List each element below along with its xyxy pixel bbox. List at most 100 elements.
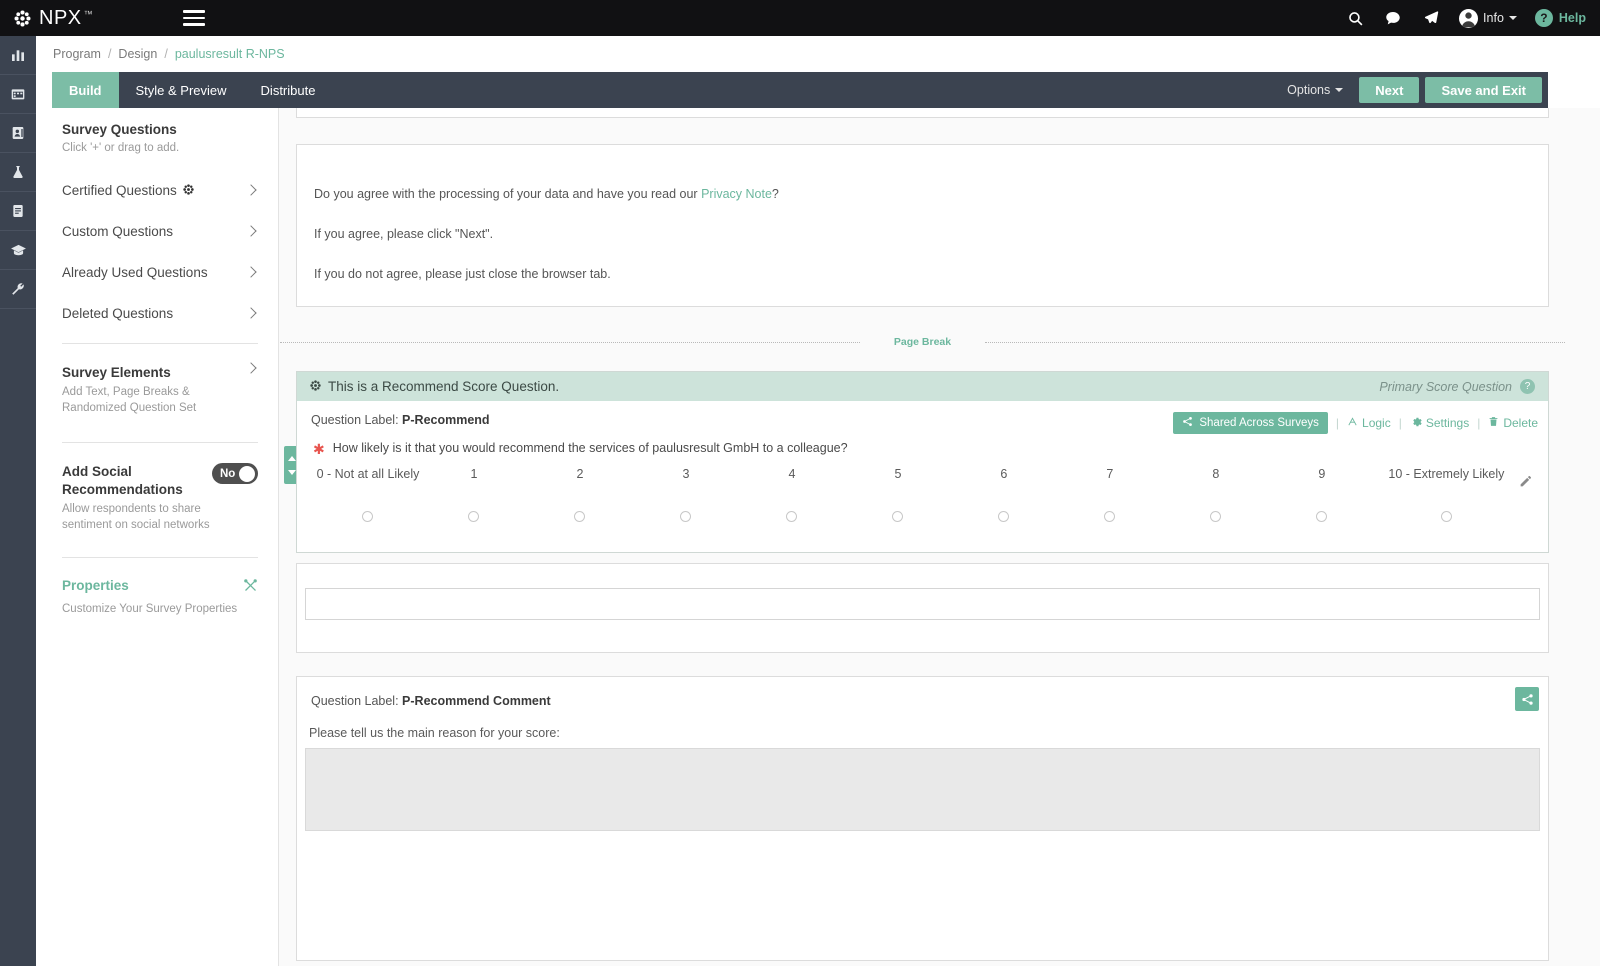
nps-option-1[interactable]: 1 — [421, 467, 527, 522]
chevron-down-icon — [1335, 88, 1344, 92]
nps-option-7[interactable]: 7 — [1057, 467, 1163, 522]
page-break-divider[interactable]: Page Break — [280, 336, 1566, 348]
user-info-menu[interactable]: Info — [1459, 8, 1517, 28]
sidebar-item-custom-questions[interactable]: Custom Questions — [62, 224, 258, 239]
search-icon[interactable] — [1345, 8, 1365, 28]
settings-button[interactable]: Settings — [1410, 416, 1469, 431]
recommend-comment-question-card[interactable]: Question Label: P-Recommend Comment Plea… — [296, 676, 1549, 961]
delete-button[interactable]: Delete — [1488, 416, 1538, 430]
nps-option-6[interactable]: 6 — [951, 467, 1057, 522]
brand-logo[interactable]: NPX ™ — [14, 7, 93, 30]
survey-builder-canvas[interactable]: Do you agree with the processing of your… — [279, 108, 1600, 966]
text-element-block[interactable] — [296, 563, 1549, 653]
top-header-bar: NPX ™ Info ? Help — [0, 0, 1600, 36]
move-up-icon[interactable] — [287, 455, 296, 461]
tab-build[interactable]: Build — [52, 72, 119, 113]
pencil-icon[interactable] — [1519, 475, 1532, 493]
sidebar-item-already-used-questions[interactable]: Already Used Questions — [62, 265, 258, 280]
sidebar-item-deleted-questions[interactable]: Deleted Questions — [62, 306, 258, 321]
left-icon-rail — [0, 36, 36, 966]
tab-style-preview[interactable]: Style & Preview — [119, 72, 244, 108]
shared-across-surveys-button[interactable]: Shared Across Surveys — [1173, 412, 1328, 434]
breadcrumb-item-design[interactable]: Design — [118, 47, 157, 61]
primary-score-badge-group: Primary Score Question ? — [1379, 379, 1535, 394]
megaphone-icon[interactable] — [1421, 8, 1441, 28]
nps-radio[interactable] — [786, 511, 798, 522]
chat-bubble-icon[interactable] — [1383, 8, 1403, 28]
share-question-button[interactable] — [1515, 687, 1539, 711]
page-break-label: Page Break — [893, 336, 952, 348]
comment-textarea[interactable] — [305, 748, 1540, 831]
social-recommendations-subtitle: Allow respondents to share sentiment on … — [62, 503, 210, 531]
save-and-exit-button[interactable]: Save and Exit — [1425, 77, 1542, 103]
logic-icon — [1347, 416, 1358, 430]
breadcrumb-item-program[interactable]: Program — [53, 47, 101, 61]
consent-paragraph-3: If you do not agree, please just close t… — [314, 266, 611, 281]
breadcrumb-item-survey[interactable]: paulusresult R-NPS — [175, 47, 285, 61]
social-recommendations-toggle[interactable]: No — [212, 463, 258, 485]
nps-radio[interactable] — [680, 511, 692, 522]
previous-element-card[interactable] — [296, 108, 1549, 118]
survey-questions-sidebar: Survey Questions Click '+' or drag to ad… — [36, 108, 279, 966]
hamburger-icon[interactable] — [182, 10, 205, 26]
nps-option-label: 2 — [576, 467, 584, 481]
settings-wrench-icon[interactable] — [0, 270, 36, 309]
nps-radio[interactable] — [998, 511, 1010, 522]
nps-radio[interactable] — [1210, 511, 1222, 522]
nps-option-3[interactable]: 3 — [633, 467, 739, 522]
move-down-icon[interactable] — [287, 469, 296, 475]
help-circle-icon: ? — [1534, 9, 1553, 27]
logic-button[interactable]: Logic — [1347, 416, 1391, 430]
reports-icon[interactable] — [0, 36, 36, 75]
nps-radio[interactable] — [362, 511, 374, 522]
question-label-prefix: Question Label: — [311, 694, 399, 708]
sidebar-item-label: Deleted Questions — [62, 305, 174, 321]
tab-distribute[interactable]: Distribute — [244, 72, 333, 108]
contacts-icon[interactable] — [0, 114, 36, 153]
privacy-note-link[interactable]: Privacy Note — [701, 187, 772, 201]
breadcrumb: Program / Design / paulusresult R-NPS — [36, 36, 1600, 72]
help-question-mark-icon[interactable]: ? — [1520, 379, 1535, 394]
nps-option-9[interactable]: 9 — [1269, 467, 1375, 522]
nps-option-label: 3 — [682, 467, 690, 481]
sidebar-item-survey-elements[interactable]: Survey Elements Add Text, Page Breaks & … — [62, 361, 258, 417]
nps-radio[interactable] — [1104, 511, 1116, 522]
consent-text-before: Do you agree with the processing of your… — [314, 187, 702, 201]
sidebar-item-properties[interactable]: Properties Customize Your Survey Propert… — [62, 578, 258, 618]
nps-radio[interactable] — [1440, 511, 1452, 522]
page-break-line-left — [280, 341, 860, 343]
tool-separator: | — [1335, 416, 1340, 430]
labs-flask-icon[interactable] — [0, 153, 36, 192]
options-menu-button[interactable]: Options — [1277, 77, 1353, 103]
nps-radio[interactable] — [1316, 511, 1328, 522]
recommend-score-question-card[interactable]: This is a Recommend Score Question. Prim… — [296, 371, 1549, 553]
sidebar-item-certified-questions[interactable]: Certified Questions — [62, 183, 258, 198]
text-input-field[interactable] — [305, 588, 1540, 620]
nps-option-10[interactable]: 10 - Extremely Likely — [1375, 467, 1518, 522]
header-actions: Info ? Help — [1345, 8, 1586, 28]
surveys-clipboard-icon[interactable] — [0, 192, 36, 231]
share-icon — [1182, 416, 1193, 430]
tab-bar-actions: Options Next Save and Exit — [1277, 72, 1548, 108]
sidebar-divider — [62, 342, 258, 344]
programs-icon[interactable] — [0, 75, 36, 114]
tool-separator: | — [1398, 416, 1402, 430]
next-button[interactable]: Next — [1359, 77, 1420, 103]
comment-question-label-row: Question Label: P-Recommend Comment — [297, 677, 1548, 708]
nps-radio[interactable] — [892, 511, 904, 522]
nps-option-4[interactable]: 4 — [739, 467, 845, 522]
chevron-right-icon — [245, 307, 257, 319]
nps-option-0[interactable]: 0 - Not at all Likely — [315, 467, 421, 522]
nps-option-5[interactable]: 5 — [845, 467, 951, 522]
learning-cap-icon[interactable] — [0, 231, 36, 270]
nps-option-8[interactable]: 8 — [1163, 467, 1269, 522]
nps-option-label: 1 — [470, 467, 478, 481]
nps-option-label: 0 - Not at all Likely — [316, 467, 420, 481]
primary-score-question-badge: Primary Score Question — [1379, 379, 1512, 394]
add-social-recommendations-section: Add Social Recommendations No Allow resp… — [62, 463, 258, 533]
nps-option-2[interactable]: 2 — [527, 467, 633, 522]
consent-text-block[interactable]: Do you agree with the processing of your… — [296, 144, 1549, 307]
nps-radio[interactable] — [468, 511, 480, 522]
help-button[interactable]: ? Help — [1534, 9, 1586, 27]
nps-radio[interactable] — [574, 511, 586, 522]
